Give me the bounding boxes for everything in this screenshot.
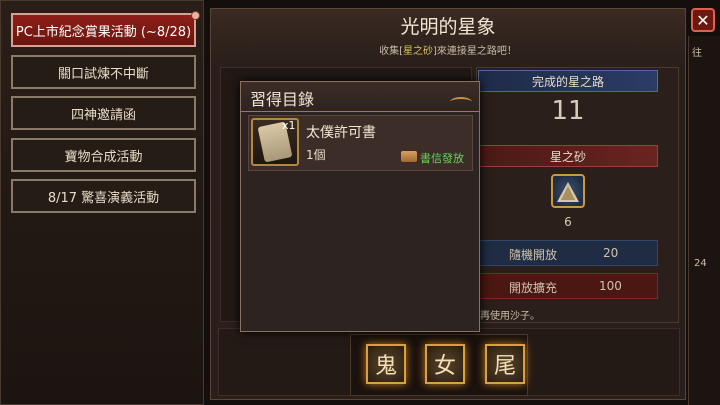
constellation-tile-gui[interactable]: 鬼 <box>366 344 406 384</box>
ornament-icon <box>450 97 472 107</box>
event-tab-label: 8/17 驚喜演義活動 <box>47 190 160 206</box>
page-title: 光明的星象 <box>400 16 496 38</box>
event-tab-label: 關口試煉不中斷 <box>57 66 149 82</box>
subtitle-highlight: 星之砂 <box>403 46 433 57</box>
event-tab-label: 寶物合成活動 <box>64 149 143 165</box>
edge-text: 往 <box>692 48 702 59</box>
edge-text: 24 <box>694 258 707 269</box>
letter-icon <box>401 151 417 162</box>
completed-star-road-header: 完成的星之路 <box>478 70 658 92</box>
completed-star-road-count: 11 <box>551 96 585 126</box>
star-sand-header: 星之砂 <box>478 145 658 167</box>
star-sand-count: 6 <box>564 215 572 229</box>
random-open-button[interactable]: 隨機開放 20 <box>478 240 658 266</box>
close-icon: ✕ <box>696 10 710 30</box>
event-tab-label: PC上市紀念賞果活動 (~8/28) <box>15 24 192 40</box>
page-subtitle: 收集[星之砂]來連接星之路吧！ <box>379 46 517 57</box>
notification-dot <box>191 11 200 20</box>
expand-open-cost: 100 <box>599 279 622 293</box>
item-source: 書信發放 <box>420 152 464 165</box>
popup-title: 習得目錄 <box>250 90 315 109</box>
item-quantity-badge: x1 <box>282 119 296 132</box>
random-open-cost: 20 <box>603 246 619 260</box>
event-tab-treasure-synthesis[interactable]: 寶物合成活動 <box>11 138 196 172</box>
event-tab-surprise[interactable]: 8/17 驚喜演義活動 <box>11 179 196 213</box>
event-tab-label: 四神邀請函 <box>70 107 136 123</box>
constellation-tile-nu[interactable]: 女 <box>425 344 465 384</box>
event-tab-trial[interactable]: 關口試煉不中斷 <box>11 55 196 89</box>
item-name: 太僕許可書 <box>306 125 376 141</box>
hint-text: 再使用沙子。 <box>480 311 540 322</box>
random-open-label: 隨機開放 <box>509 248 558 262</box>
star-sand-icon <box>551 174 585 208</box>
background-edge <box>688 36 720 405</box>
item-count: 1個 <box>306 148 326 162</box>
event-tab-pc-launch[interactable]: PC上市紀念賞果活動 (~8/28) <box>11 13 196 47</box>
close-button[interactable]: ✕ <box>691 8 715 32</box>
event-tab-four-gods[interactable]: 四神邀請函 <box>11 96 196 130</box>
expand-open-label: 開放擴充 <box>509 281 558 295</box>
constellation-tile-wei[interactable]: 尾 <box>485 344 525 384</box>
expand-open-button[interactable]: 開放擴充 100 <box>478 273 658 299</box>
